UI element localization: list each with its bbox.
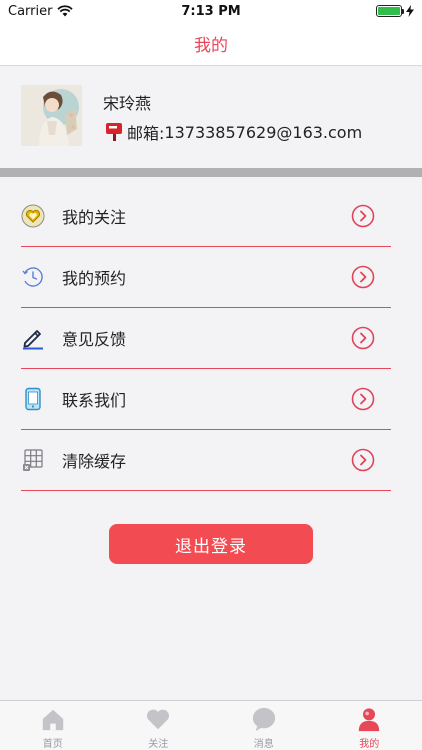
- logout-button[interactable]: 退出登录: [109, 524, 313, 564]
- menu-label: 联系我们: [62, 391, 127, 410]
- tab-label: 首页: [42, 739, 63, 750]
- email-value: 13733857629@163.com: [164, 122, 363, 142]
- menu-label: 清除缓存: [62, 452, 127, 471]
- pencil-icon: [21, 326, 45, 350]
- chevron-right-icon[interactable]: [351, 448, 375, 472]
- menu-item-contact[interactable]: 联系我们: [21, 369, 391, 430]
- chevron-right-icon[interactable]: [351, 204, 375, 228]
- avatar[interactable]: [21, 85, 82, 146]
- section-divider: [0, 168, 422, 177]
- phone-icon: [21, 387, 45, 411]
- profile-header: 宋玲燕 邮箱: 13733857629@163.com: [0, 66, 422, 168]
- menu-label: 意见反馈: [62, 330, 127, 349]
- menu-item-feedback[interactable]: 意见反馈: [21, 308, 391, 369]
- email-row: 邮箱: 13733857629@163.com: [105, 120, 362, 144]
- tab-label: 我的: [359, 739, 380, 750]
- menu-item-clear-cache[interactable]: 清除缓存: [21, 430, 391, 491]
- chevron-right-icon[interactable]: [351, 265, 375, 289]
- page-title: 我的: [194, 36, 228, 56]
- battery-icon: [376, 5, 404, 17]
- status-bar: Carrier 7:13 PM: [0, 0, 422, 22]
- tab-messages[interactable]: 消息: [211, 701, 317, 750]
- tab-home[interactable]: 首页: [0, 701, 106, 750]
- menu-item-following[interactable]: 我的关注: [21, 186, 391, 247]
- tab-mine[interactable]: 我的: [317, 701, 422, 750]
- wifi-icon: [57, 5, 74, 17]
- tab-label: 关注: [148, 739, 169, 750]
- settings-menu: 我的关注 我的预约 意见反馈 联系我们 清除缓存: [0, 186, 422, 491]
- avatar-illustration: [21, 85, 82, 146]
- tab-label: 消息: [253, 739, 274, 750]
- person-icon: [359, 708, 380, 732]
- chat-bubble-icon: [252, 707, 275, 732]
- heart-icon: [147, 709, 170, 730]
- tab-following[interactable]: 关注: [106, 701, 212, 750]
- charging-bolt-icon: [406, 5, 414, 17]
- nav-bar: 我的: [0, 22, 422, 66]
- carrier-label: Carrier: [8, 3, 53, 19]
- status-left: Carrier: [8, 3, 74, 19]
- mailbox-icon: [106, 123, 122, 141]
- menu-item-appointments[interactable]: 我的预约: [21, 247, 391, 308]
- tab-bar: 首页 关注 消息 我的: [0, 700, 422, 750]
- status-right: [376, 5, 414, 17]
- home-icon: [42, 709, 63, 731]
- menu-label: 我的预约: [62, 269, 127, 288]
- grid-trash-icon: [21, 448, 45, 472]
- heart-badge-icon: [21, 204, 45, 228]
- menu-label: 我的关注: [62, 208, 127, 227]
- chevron-right-icon[interactable]: [351, 326, 375, 350]
- email-prefix: 邮箱:: [127, 124, 165, 143]
- profile-name: 宋玲燕: [103, 94, 152, 113]
- chevron-right-icon[interactable]: [351, 387, 375, 411]
- clock-icon: [21, 265, 45, 289]
